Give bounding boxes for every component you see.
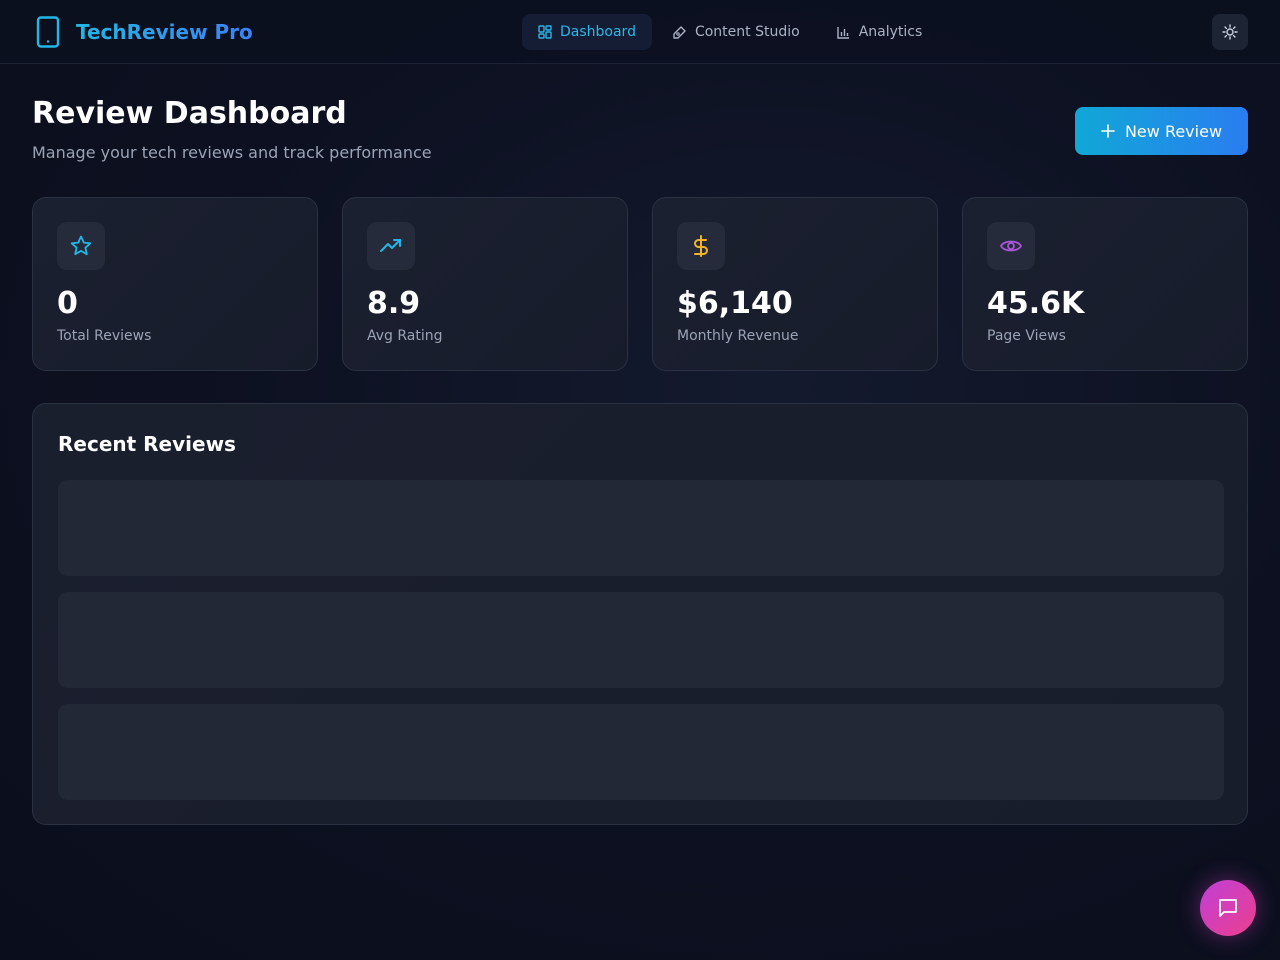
theme-toggle-button[interactable]	[1212, 14, 1248, 50]
stat-value: 0	[57, 286, 78, 321]
eye-icon	[987, 222, 1035, 270]
stat-value: 8.9	[367, 286, 421, 321]
stat-label: Page Views	[987, 328, 1066, 344]
new-review-button[interactable]: New Review	[1075, 107, 1248, 155]
new-review-label: New Review	[1124, 121, 1223, 141]
nav-label: Dashboard	[560, 24, 636, 40]
chat-icon	[1219, 899, 1237, 917]
sun-icon	[1222, 24, 1238, 40]
page-title: Review Dashboard	[32, 96, 347, 131]
nav-label: Analytics	[858, 24, 923, 40]
trending-up-icon	[367, 222, 415, 270]
nav-item-analytics[interactable]: Analytics	[820, 14, 939, 50]
stat-card-page-views: 45.6K Page Views	[962, 197, 1248, 371]
nav-item-content-studio[interactable]: Content Studio	[656, 14, 816, 50]
brand-name: TechReview Pro	[76, 20, 253, 44]
stat-value: 45.6K	[987, 286, 1085, 321]
loading-skeleton-row	[58, 704, 1224, 800]
dollar-icon	[677, 222, 725, 270]
stat-value: $6,140	[677, 286, 793, 321]
pen-icon	[673, 25, 686, 39]
chat-button[interactable]	[1200, 880, 1256, 936]
stat-card-monthly-revenue: $6,140 Monthly Revenue	[652, 197, 938, 371]
stat-card-total-reviews: 0 Total Reviews	[32, 197, 318, 371]
loading-skeleton-row	[58, 592, 1224, 688]
page-subtitle: Manage your tech reviews and track perfo…	[32, 143, 432, 162]
stat-label: Monthly Revenue	[677, 328, 799, 344]
main-nav: Dashboard Content Studio Analytics	[522, 14, 942, 50]
star-icon	[57, 222, 105, 270]
tablet-icon	[36, 16, 60, 48]
plus-icon	[1101, 124, 1115, 138]
nav-label: Content Studio	[694, 24, 800, 40]
dashboard-icon	[538, 25, 552, 39]
nav-item-dashboard[interactable]: Dashboard	[522, 14, 652, 50]
bar-chart-icon	[837, 26, 849, 39]
stat-label: Avg Rating	[367, 328, 443, 344]
recent-reviews-panel: Recent Reviews	[32, 403, 1248, 825]
top-bar: TechReview Pro Dashboard Content Studio	[0, 0, 1280, 64]
stat-card-avg-rating: 8.9 Avg Rating	[342, 197, 628, 371]
recent-reviews-title: Recent Reviews	[58, 432, 236, 456]
stat-label: Total Reviews	[57, 328, 152, 344]
brand[interactable]: TechReview Pro	[36, 16, 253, 48]
loading-skeleton-row	[58, 480, 1224, 576]
